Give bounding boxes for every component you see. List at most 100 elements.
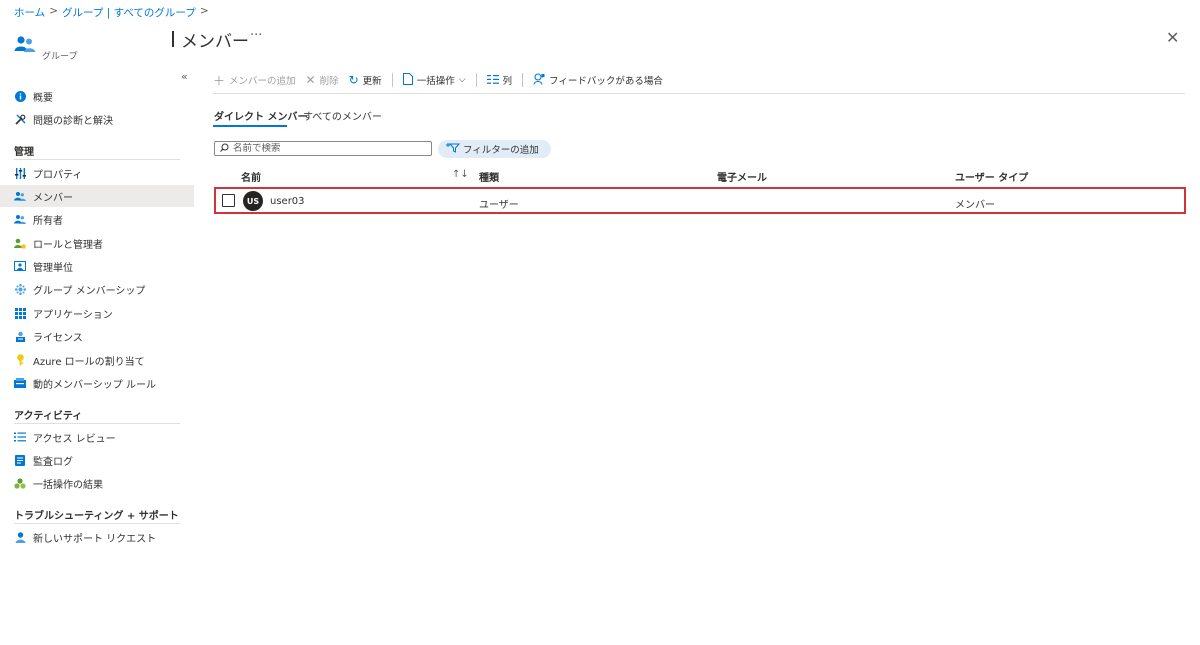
sidebar-item-label: 新しいサポート リクエスト — [33, 533, 157, 545]
sidebar-item-label: 動的メンバーシップ ルール — [33, 379, 156, 391]
sidebar-item-bulk-results[interactable]: 一括操作の結果 — [0, 472, 194, 494]
dynamic-rules-icon — [14, 377, 26, 389]
sidebar-item-dynamic-rules[interactable]: 動的メンバーシップ ルール — [0, 372, 194, 394]
sidebar-item-diagnose[interactable]: 問題の診断と解決 — [0, 108, 194, 130]
sidebar-item-label: Azure ロールの割り当て — [33, 356, 145, 368]
cell-name[interactable]: user03 — [270, 196, 305, 207]
feedback-label: フィードバックがある場合 — [549, 76, 663, 87]
breadcrumb-home[interactable]: ホーム — [14, 5, 45, 20]
add-member-label: メンバーの追加 — [229, 76, 296, 87]
toolbar-divider — [213, 93, 1185, 94]
license-icon — [14, 330, 26, 342]
add-member-button[interactable]: ＋ メンバーの追加 — [213, 72, 296, 89]
section-divider — [14, 423, 180, 424]
sidebar-item-roles[interactable]: ロールと管理者 — [0, 232, 194, 254]
sidebar-item-owners[interactable]: 所有者 — [0, 208, 194, 230]
members-icon — [14, 190, 26, 202]
sidebar-item-azure-roles[interactable]: Azure ロールの割り当て — [0, 349, 194, 371]
sidebar-item-properties[interactable]: プロパティ — [0, 162, 194, 184]
section-manage: 管理 — [14, 147, 34, 158]
sidebar-item-label: アクセス レビュー — [33, 433, 116, 445]
chevron-down-icon: ⌵ — [458, 75, 466, 85]
search-box — [214, 141, 432, 156]
delete-button[interactable]: ✕ 削除 — [306, 73, 339, 87]
sidebar-item-label: プロパティ — [33, 169, 83, 181]
sidebar-item-label: ライセンス — [33, 332, 83, 344]
avatar: US — [243, 191, 263, 211]
row-checkbox[interactable] — [222, 194, 235, 207]
filter-add-icon — [446, 142, 461, 156]
sidebar-item-admin-units[interactable]: 管理単位 — [0, 255, 194, 277]
sidebar-item-new-support-request[interactable]: 新しいサポート リクエスト — [0, 526, 194, 548]
tab-direct-members[interactable]: ダイレクト メンバー — [214, 108, 307, 123]
more-options-button[interactable]: ··· — [250, 28, 262, 43]
column-header-type[interactable]: 種類 — [479, 169, 499, 184]
feedback-button[interactable]: フィードバックがある場合 — [533, 72, 663, 88]
page-title: メンバー — [181, 32, 249, 52]
column-header-user-type[interactable]: ユーザー タイプ — [955, 169, 1028, 184]
audit-log-icon — [14, 454, 26, 466]
sidebar-item-overview[interactable]: 概要 — [0, 85, 194, 107]
sidebar-item-label: 監査ログ — [33, 456, 73, 468]
group-icon — [14, 35, 36, 56]
sidebar-subtitle: グループ — [42, 52, 78, 62]
roles-icon — [14, 237, 26, 249]
properties-icon — [14, 167, 26, 179]
breadcrumb-groups[interactable]: グループ | すべてのグループ — [62, 5, 196, 20]
refresh-label: 更新 — [362, 76, 382, 87]
search-input[interactable] — [233, 143, 413, 154]
section-divider — [14, 523, 180, 524]
tab-all-members[interactable]: すべてのメンバー — [303, 108, 382, 123]
columns-button[interactable]: 列 — [486, 73, 513, 87]
sidebar-item-label: 概要 — [33, 92, 53, 104]
sidebar-item-label: 問題の診断と解決 — [33, 115, 113, 127]
section-support: トラブルシューティング + サポート — [14, 511, 179, 522]
toolbar-separator — [522, 73, 524, 87]
sidebar-item-members[interactable]: メンバー — [0, 185, 194, 207]
collapse-sidebar-button[interactable]: « — [181, 70, 188, 83]
wrench-icon — [14, 113, 26, 125]
sidebar-item-audit-logs[interactable]: 監査ログ — [0, 449, 194, 471]
add-filter-label: フィルターの追加 — [463, 145, 539, 156]
feedback-icon — [533, 72, 545, 88]
sidebar-item-access-reviews[interactable]: アクセス レビュー — [0, 426, 194, 448]
breadcrumb-separator: > — [199, 5, 209, 17]
breadcrumb: ホーム > グループ | すべてのグループ > — [14, 5, 209, 20]
breadcrumb-separator: > — [49, 5, 58, 17]
bulk-operations-button[interactable]: 一括操作 ⌵ — [402, 72, 466, 88]
key-icon — [14, 354, 26, 366]
refresh-button[interactable]: ↻ 更新 — [349, 73, 382, 87]
sidebar-item-label: ロールと管理者 — [33, 239, 103, 251]
command-bar: ＋ メンバーの追加 ✕ 削除 ↻ 更新 一括操作 ⌵ 列 フィードバックがある場… — [213, 72, 673, 88]
sidebar-item-label: 所有者 — [33, 215, 63, 227]
title-divider — [172, 31, 174, 47]
add-filter-button[interactable]: フィルターの追加 — [438, 140, 551, 158]
document-icon — [402, 72, 413, 88]
section-activity: アクティビティ — [14, 411, 83, 422]
bulk-results-icon — [14, 477, 26, 489]
support-request-icon — [14, 531, 26, 543]
sidebar-item-applications[interactable]: アプリケーション — [0, 302, 194, 324]
sidebar-item-group-membership[interactable]: グループ メンバーシップ — [0, 278, 194, 300]
cell-type: ユーザー — [479, 200, 519, 211]
close-button[interactable]: ✕ — [1166, 28, 1179, 47]
search-icon — [220, 143, 229, 155]
sidebar-item-label: グループ メンバーシップ — [33, 285, 146, 297]
sidebar-item-label: メンバー — [33, 192, 73, 204]
bulk-operations-label: 一括操作 — [416, 76, 455, 87]
columns-label: 列 — [502, 76, 513, 87]
cell-user-type: メンバー — [955, 200, 995, 211]
table-row[interactable]: US user03 ユーザー メンバー — [214, 187, 1186, 214]
admin-units-icon — [14, 260, 26, 272]
access-review-icon — [14, 431, 26, 443]
toolbar-separator — [391, 73, 393, 87]
sort-icon[interactable]: ↑↓ — [452, 169, 469, 180]
apps-grid-icon — [14, 307, 26, 319]
sidebar-item-label: アプリケーション — [33, 309, 113, 321]
column-header-email[interactable]: 電子メール — [717, 169, 767, 184]
sidebar-item-licenses[interactable]: ライセンス — [0, 325, 194, 347]
column-header-name[interactable]: 名前 — [241, 169, 261, 184]
close-icon: ✕ — [305, 73, 316, 87]
toolbar-separator — [475, 73, 477, 87]
active-tab-indicator — [213, 125, 287, 127]
